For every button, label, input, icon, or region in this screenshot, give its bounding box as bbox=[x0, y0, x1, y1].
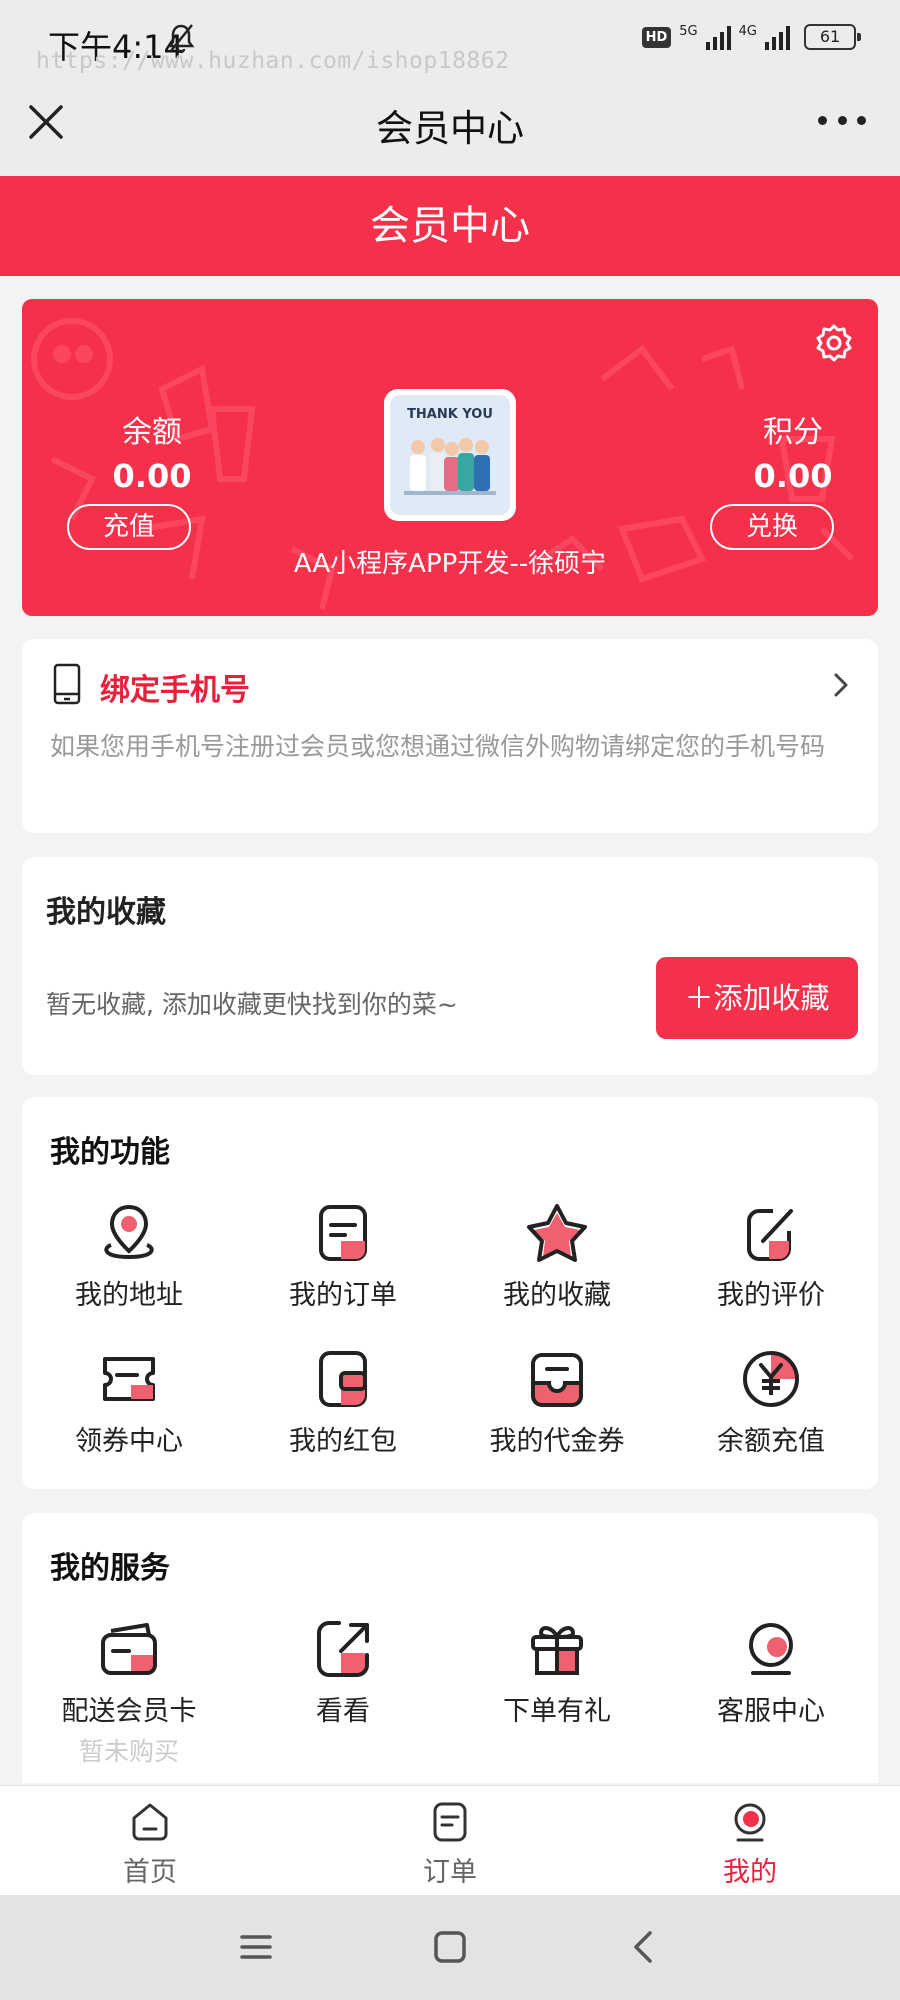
exchange-button[interactable]: 兑换 bbox=[710, 504, 834, 550]
order-icon bbox=[319, 1205, 367, 1261]
tab-label: 订单 bbox=[423, 1857, 477, 1888]
points-label: 积分 bbox=[763, 415, 823, 450]
yen-icon bbox=[743, 1351, 799, 1407]
func-label: 我的地址 bbox=[75, 1280, 183, 1311]
svc-sub-label: 暂未购买 bbox=[78, 1737, 179, 1766]
hd-badge: HD bbox=[641, 26, 672, 48]
func-item-vouchers[interactable]: 我的代金券 bbox=[450, 1347, 664, 1458]
services-card: 我的服务 配送会员卡 暂未购买 看看 下单有礼 客服中心 bbox=[22, 1513, 878, 1783]
svc-label: 下单有礼 bbox=[503, 1696, 611, 1727]
page-title: 会员中心 bbox=[376, 107, 524, 150]
nav-bar: 会员中心 bbox=[0, 80, 900, 176]
member-card: 余额 0.00 充值 THANK YOU AA小程序APP开发--徐硕宁 积分 … bbox=[22, 299, 878, 616]
share-icon bbox=[317, 1621, 369, 1677]
bind-phone-card[interactable]: 绑定手机号 如果您用手机号注册过会员或您想通过微信外购物请绑定您的手机号码 bbox=[22, 639, 878, 833]
svc-item-order-gift[interactable]: 下单有礼 bbox=[450, 1617, 664, 1728]
func-item-reviews[interactable]: 我的评价 bbox=[664, 1201, 878, 1312]
balance-label: 余额 bbox=[122, 415, 182, 450]
profile-icon bbox=[734, 1803, 766, 1842]
tab-label: 首页 bbox=[123, 1857, 177, 1888]
functions-title: 我的功能 bbox=[50, 1135, 170, 1170]
func-item-orders[interactable]: 我的订单 bbox=[236, 1201, 450, 1312]
points-value: 0.00 bbox=[753, 457, 833, 495]
card-icon bbox=[101, 1623, 157, 1675]
header-banner: 会员中心 bbox=[0, 176, 900, 276]
menu-icon[interactable] bbox=[236, 1927, 276, 1967]
status-indicators: HD 5G 4G 61 bbox=[641, 24, 861, 50]
tab-label: 我的 bbox=[723, 1857, 777, 1888]
chevron-right-icon bbox=[834, 673, 848, 697]
bottom-tab-bar: 首页 订单 我的 bbox=[0, 1785, 900, 1895]
status-bar: 下午4:14 https://www.huzhan.com/ishop18862… bbox=[0, 0, 900, 80]
signal-icon bbox=[705, 24, 731, 50]
func-label: 我的代金券 bbox=[489, 1426, 625, 1457]
bind-phone-title: 绑定手机号 bbox=[100, 673, 250, 708]
phone-icon bbox=[53, 663, 81, 705]
location-icon bbox=[104, 1204, 154, 1260]
func-label: 我的评价 bbox=[717, 1280, 825, 1311]
func-label: 我的订单 bbox=[289, 1280, 397, 1311]
tab-profile[interactable]: 我的 bbox=[670, 1800, 830, 1889]
favorites-empty-text: 暂无收藏, 添加收藏更快找到你的菜~ bbox=[46, 990, 458, 1019]
svc-item-delivery-card[interactable]: 配送会员卡 暂未购买 bbox=[22, 1617, 236, 1768]
func-item-balance-recharge[interactable]: 余额充值 bbox=[664, 1347, 878, 1458]
favorites-card: 我的收藏 暂无收藏, 添加收藏更快找到你的菜~ ＋添加收藏 bbox=[22, 857, 878, 1075]
func-label: 余额充值 bbox=[717, 1426, 825, 1457]
home-icon bbox=[132, 1803, 168, 1841]
balance-value: 0.00 bbox=[112, 457, 192, 495]
system-nav-bar bbox=[0, 1895, 900, 2000]
watermark-text: https://www.huzhan.com/ishop18862 bbox=[36, 48, 510, 74]
battery-icon: 61 bbox=[804, 24, 861, 50]
gear-icon[interactable] bbox=[814, 323, 854, 363]
review-icon bbox=[747, 1209, 793, 1261]
add-favorite-button[interactable]: ＋添加收藏 bbox=[656, 957, 858, 1039]
tab-orders[interactable]: 订单 bbox=[370, 1800, 530, 1889]
more-icon[interactable] bbox=[818, 110, 866, 130]
func-item-red-packet[interactable]: 我的红包 bbox=[236, 1347, 450, 1458]
functions-card: 我的功能 我的地址 我的订单 我的收藏 我的评价 领券中心 我的红包 我的代金券… bbox=[22, 1097, 878, 1489]
wallet-icon bbox=[319, 1351, 367, 1407]
favorites-title: 我的收藏 bbox=[46, 895, 166, 930]
points-stat: 积分 0.00 bbox=[718, 407, 868, 495]
bind-phone-description: 如果您用手机号注册过会员或您想通过微信外购物请绑定您的手机号码 bbox=[50, 732, 826, 761]
tab-home[interactable]: 首页 bbox=[70, 1800, 230, 1889]
func-item-coupon-center[interactable]: 领券中心 bbox=[22, 1347, 236, 1458]
back-icon[interactable] bbox=[624, 1927, 664, 1967]
func-label: 领券中心 bbox=[75, 1426, 183, 1457]
svc-item-look[interactable]: 看看 bbox=[236, 1617, 450, 1728]
func-item-favorites[interactable]: 我的收藏 bbox=[450, 1201, 664, 1312]
func-label: 我的红包 bbox=[289, 1426, 397, 1457]
network-5g-label: 5G bbox=[679, 24, 698, 39]
svc-label: 配送会员卡 bbox=[61, 1696, 197, 1727]
voucher-icon bbox=[531, 1353, 583, 1407]
star-icon bbox=[527, 1204, 587, 1262]
avatar-image: THANK YOU bbox=[390, 395, 510, 515]
func-item-address[interactable]: 我的地址 bbox=[22, 1201, 236, 1312]
order-icon bbox=[433, 1802, 467, 1842]
svc-item-customer-service[interactable]: 客服中心 bbox=[664, 1617, 878, 1728]
coupon-icon bbox=[103, 1357, 155, 1401]
network-4g-label: 4G bbox=[738, 24, 757, 39]
avatar[interactable]: THANK YOU bbox=[384, 389, 516, 521]
services-title: 我的服务 bbox=[50, 1551, 170, 1586]
home-square-icon[interactable] bbox=[430, 1927, 470, 1967]
people-illustration-icon bbox=[404, 438, 496, 495]
svc-label: 看看 bbox=[316, 1696, 370, 1727]
svc-label: 客服中心 bbox=[717, 1696, 825, 1727]
func-label: 我的收藏 bbox=[503, 1280, 611, 1311]
gift-icon bbox=[531, 1626, 583, 1675]
signal-icon bbox=[765, 24, 790, 50]
service-icon bbox=[749, 1623, 793, 1675]
balance-stat: 余额 0.00 bbox=[77, 407, 227, 495]
